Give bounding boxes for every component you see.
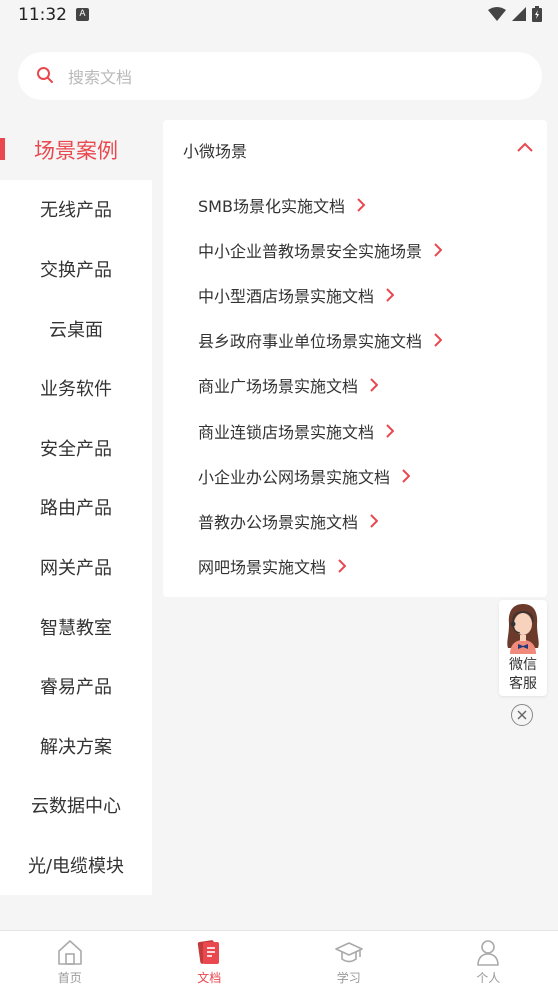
- chevron-right-icon: [434, 243, 442, 257]
- sidebar-item-label: 场景案例: [34, 135, 118, 165]
- person-icon: [473, 937, 503, 967]
- sidebar-item-label: 业务软件: [40, 375, 112, 401]
- chevron-right-icon: [434, 333, 442, 347]
- sidebar-item-switch[interactable]: 交换产品: [0, 239, 152, 299]
- search-icon: [36, 66, 54, 84]
- document-item[interactable]: SMB场景化实施文档: [198, 182, 442, 227]
- search-input[interactable]: [66, 52, 510, 102]
- chevron-up-icon[interactable]: [517, 142, 533, 152]
- sidebar-item-label: 路由产品: [40, 494, 112, 520]
- chevron-right-icon: [338, 559, 346, 573]
- service-label: 微信 客服: [499, 656, 547, 694]
- sidebar-item-label: 睿易产品: [40, 673, 112, 699]
- sidebar-item-label: 交换产品: [40, 256, 112, 282]
- document-title: 商业连锁店场景实施文档: [198, 419, 374, 443]
- sidebar-item-security[interactable]: 安全产品: [0, 418, 152, 478]
- status-icons: [488, 6, 542, 22]
- sidebar-item-label: 无线产品: [40, 196, 112, 222]
- chevron-right-icon: [370, 514, 378, 528]
- chevron-right-icon: [402, 469, 410, 483]
- sidebar-item-label: 云桌面: [49, 316, 103, 342]
- close-service-button[interactable]: [511, 704, 533, 726]
- sidebar-item-reyee[interactable]: 睿易产品: [0, 656, 152, 716]
- document-item[interactable]: 县乡政府事业单位场景实施文档: [198, 318, 442, 363]
- sidebar-item-wireless[interactable]: 无线产品: [0, 180, 152, 240]
- nav-label: 文档: [197, 969, 221, 986]
- sidebar-item-business-software[interactable]: 业务软件: [0, 358, 152, 418]
- sidebar-item-cloud-datacenter[interactable]: 云数据中心: [0, 776, 152, 836]
- section-title: 小微场景: [183, 138, 247, 162]
- nav-documents[interactable]: 文档: [140, 931, 280, 993]
- document-title: 中小型酒店场景实施文档: [198, 283, 374, 307]
- service-label-line2: 客服: [499, 675, 547, 694]
- document-title: 县乡政府事业单位场景实施文档: [198, 328, 422, 352]
- document-item[interactable]: 商业广场场景实施文档: [198, 363, 442, 408]
- sidebar-item-label: 光/电缆模块: [28, 852, 124, 878]
- sidebar-item-optical-cable[interactable]: 光/电缆模块: [0, 835, 152, 895]
- nav-profile[interactable]: 个人: [419, 931, 558, 993]
- wechat-service-button[interactable]: 微信 客服: [499, 600, 547, 696]
- status-bar: 11:32 A: [0, 0, 558, 32]
- document-item[interactable]: 网吧场景实施文档: [198, 544, 442, 589]
- document-item[interactable]: 商业连锁店场景实施文档: [198, 408, 442, 453]
- document-card: 小微场景 SMB场景化实施文档 中小企业普教场景安全实施场景 中小型酒店场景实施…: [163, 120, 547, 597]
- document-title: 商业广场场景实施文档: [198, 373, 358, 397]
- document-item[interactable]: 普教办公场景实施文档: [198, 498, 442, 543]
- sidebar-item-label: 云数据中心: [31, 792, 121, 818]
- document-title: 小企业办公网场景实施文档: [198, 464, 390, 488]
- category-sidebar: 场景案例 无线产品 交换产品 云桌面 业务软件 安全产品 路由产品 网关产品 智…: [0, 120, 152, 895]
- nav-label: 个人: [476, 969, 500, 986]
- search-bar[interactable]: [18, 52, 542, 100]
- sidebar-item-label: 安全产品: [40, 435, 112, 461]
- close-icon: [517, 710, 527, 720]
- sidebar-item-gateway[interactable]: 网关产品: [0, 537, 152, 597]
- bottom-navigation: 首页 文档 学习 个人: [0, 930, 558, 993]
- notification-icon: A: [76, 8, 89, 21]
- status-time: 11:32: [18, 5, 67, 25]
- document-item[interactable]: 中小型酒店场景实施文档: [198, 272, 442, 317]
- signal-icon: [512, 7, 526, 21]
- nav-learning[interactable]: 学习: [279, 931, 419, 993]
- document-list: SMB场景化实施文档 中小企业普教场景安全实施场景 中小型酒店场景实施文档 县乡…: [198, 182, 442, 589]
- document-title: SMB场景化实施文档: [198, 193, 345, 217]
- sidebar-item-scene-cases[interactable]: 场景案例: [0, 120, 152, 180]
- sidebar-item-label: 解决方案: [40, 733, 112, 759]
- document-title: 普教办公场景实施文档: [198, 509, 358, 533]
- nav-label: 首页: [58, 969, 82, 986]
- home-icon: [55, 937, 85, 967]
- document-item[interactable]: 小企业办公网场景实施文档: [198, 453, 442, 498]
- sidebar-item-smart-classroom[interactable]: 智慧教室: [0, 597, 152, 657]
- document-icon: [194, 937, 224, 967]
- sidebar-item-router[interactable]: 路由产品: [0, 478, 152, 538]
- battery-icon: [532, 6, 542, 22]
- document-title: 中小企业普教场景安全实施场景: [198, 238, 422, 262]
- chevron-right-icon: [370, 378, 378, 392]
- chevron-right-icon: [357, 198, 365, 212]
- graduation-cap-icon: [334, 937, 364, 967]
- chevron-right-icon: [386, 288, 394, 302]
- sidebar-item-label: 网关产品: [40, 554, 112, 580]
- document-item[interactable]: 中小企业普教场景安全实施场景: [198, 227, 442, 272]
- sidebar-item-cloud-desktop[interactable]: 云桌面: [0, 299, 152, 359]
- nav-home[interactable]: 首页: [0, 931, 140, 993]
- chevron-right-icon: [386, 424, 394, 438]
- document-title: 网吧场景实施文档: [198, 554, 326, 578]
- customer-service-avatar-icon: [501, 602, 545, 654]
- sidebar-item-label: 智慧教室: [40, 614, 112, 640]
- sidebar-item-solutions[interactable]: 解决方案: [0, 716, 152, 776]
- nav-label: 学习: [337, 969, 361, 986]
- service-label-line1: 微信: [499, 656, 547, 675]
- wifi-icon: [488, 7, 506, 21]
